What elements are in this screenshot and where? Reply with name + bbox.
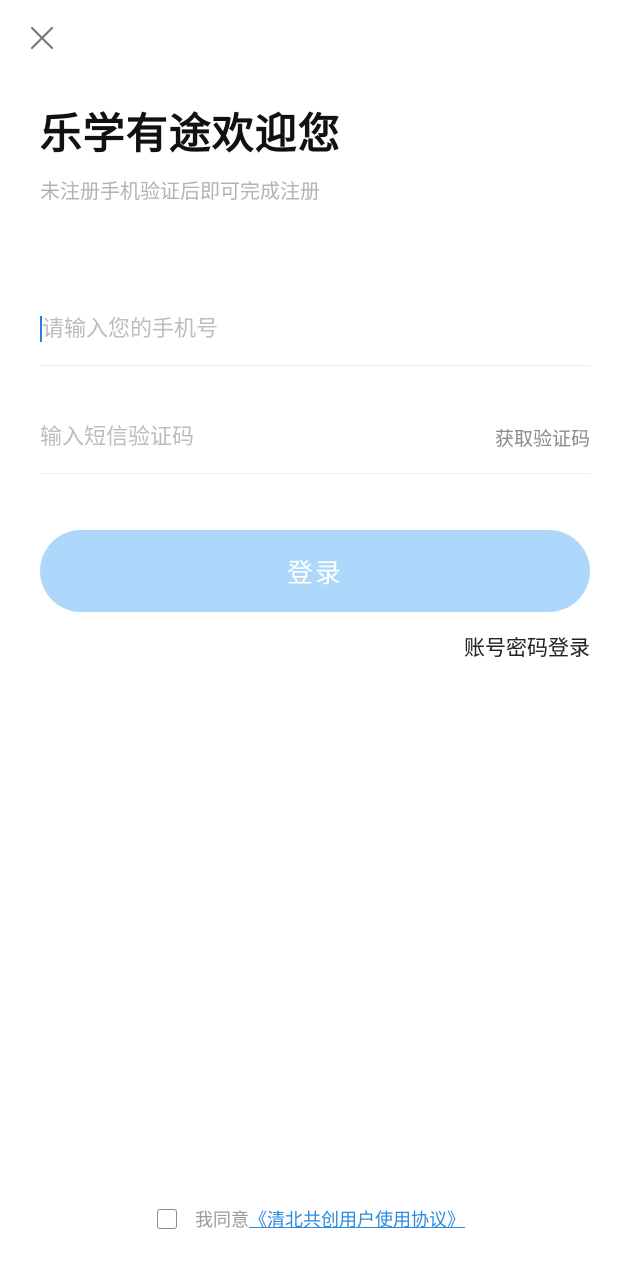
agreement-text: 我同意 [195,1210,249,1231]
page-subtitle: 未注册手机验证后即可完成注册 [40,179,320,203]
agreement-checkbox[interactable] [157,1209,177,1229]
login-button[interactable]: 登录 [40,530,590,612]
sms-code-field: 获取验证码 [40,401,590,474]
agreement-row: 我同意 《清北共创用户使用协议》 [157,1206,465,1232]
password-login-link[interactable]: 账号密码登录 [464,632,590,662]
phone-field [40,293,590,366]
page-title: 乐学有途欢迎您 [40,109,342,158]
phone-input[interactable] [42,309,590,349]
close-button[interactable] [26,22,58,54]
sms-code-input[interactable] [40,417,495,457]
close-icon [30,26,54,50]
get-code-button[interactable]: 获取验证码 [495,424,590,451]
agreement-link[interactable]: 《清北共创用户使用协议》 [249,1206,465,1232]
